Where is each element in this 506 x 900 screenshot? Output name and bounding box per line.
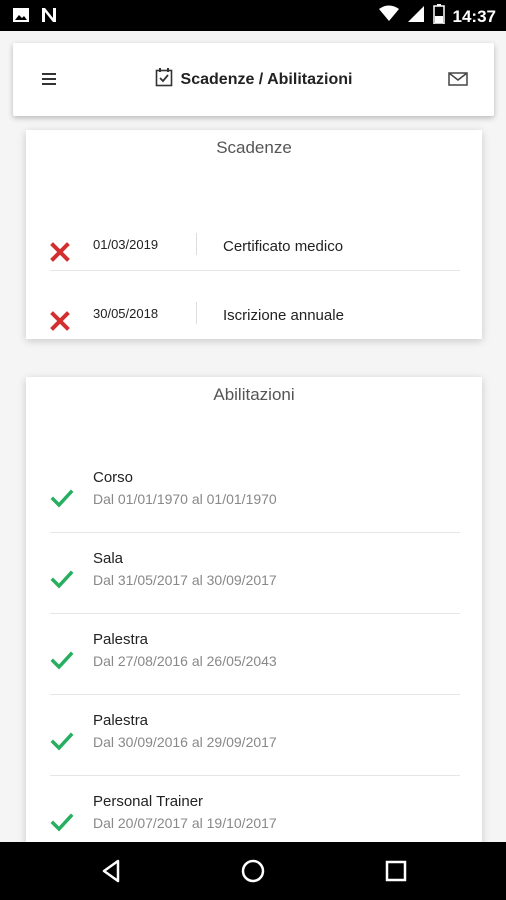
wifi-icon [378,5,399,28]
abilitazioni-card: Abilitazioni Corso Dal 01/01/1970 al 01/… [26,377,482,847]
recents-icon[interactable] [382,857,410,885]
divider [50,775,460,776]
abilitazioni-title: Abilitazioni [213,385,295,404]
scadenze-card: Scadenze 01/03/2019 Certificato medico 3… [26,130,482,339]
abilitazione-range: Dal 01/01/1970 al 01/01/1970 [93,491,277,507]
abilitazione-row[interactable]: Corso Dal 01/01/1970 al 01/01/1970 [26,469,482,549]
image-icon [12,6,30,29]
abilitazione-range: Dal 31/05/2017 al 30/09/2017 [93,572,277,588]
abilitazione-range: Dal 30/09/2016 al 29/09/2017 [93,734,277,750]
scadenza-label: Certificato medico [223,238,344,255]
scadenza-label: Iscrizione annuale [223,307,344,324]
check-icon [50,731,74,753]
scadenza-row[interactable]: 30/05/2018 Iscrizione annuale [26,296,482,346]
abilitazione-name: Personal Trainer [93,793,204,810]
mail-icon[interactable] [446,67,470,91]
n-icon [40,6,58,29]
divider [196,302,197,324]
check-icon [50,650,74,672]
app-bar-title: Scadenze / Abilitazioni [13,67,494,92]
signal-icon [407,5,425,28]
divider [196,233,197,255]
abilitazione-row[interactable]: Sala Dal 31/05/2017 al 30/09/2017 [26,550,482,630]
divider [50,532,460,533]
abilitazione-name: Palestra [93,631,149,648]
scadenze-title: Scadenze [216,138,292,157]
abilitazione-range: Dal 27/08/2016 al 26/05/2043 [93,653,277,669]
scadenza-date: 01/03/2019 [93,237,159,252]
abilitazione-row[interactable]: Palestra Dal 27/08/2016 al 26/05/2043 [26,631,482,711]
calendar-check-icon [155,67,173,92]
abilitazione-row[interactable]: Palestra Dal 30/09/2016 al 29/09/2017 [26,712,482,792]
navigation-bar [0,842,506,900]
check-icon [50,569,74,591]
divider [50,613,460,614]
abilitazione-range: Dal 20/07/2017 al 19/10/2017 [93,815,277,831]
check-icon [50,812,74,834]
abilitazione-name: Corso [93,469,134,486]
cross-icon [50,242,70,262]
status-time: 14:37 [452,6,496,26]
home-icon[interactable] [239,857,267,885]
status-bar: 14:37 [0,0,506,31]
scadenza-date: 30/05/2018 [93,306,159,321]
divider [50,694,460,695]
cross-icon [50,311,70,331]
abilitazione-name: Sala [93,550,124,567]
page-title: Scadenze / Abilitazioni [180,70,353,88]
app-bar: Scadenze / Abilitazioni [13,43,494,116]
abilitazione-row[interactable]: Personal Trainer Dal 20/07/2017 al 19/10… [26,793,482,847]
abilitazione-name: Palestra [93,712,149,729]
divider [50,270,460,271]
check-icon [50,488,74,510]
back-icon[interactable] [98,857,126,885]
battery-icon [432,4,445,29]
